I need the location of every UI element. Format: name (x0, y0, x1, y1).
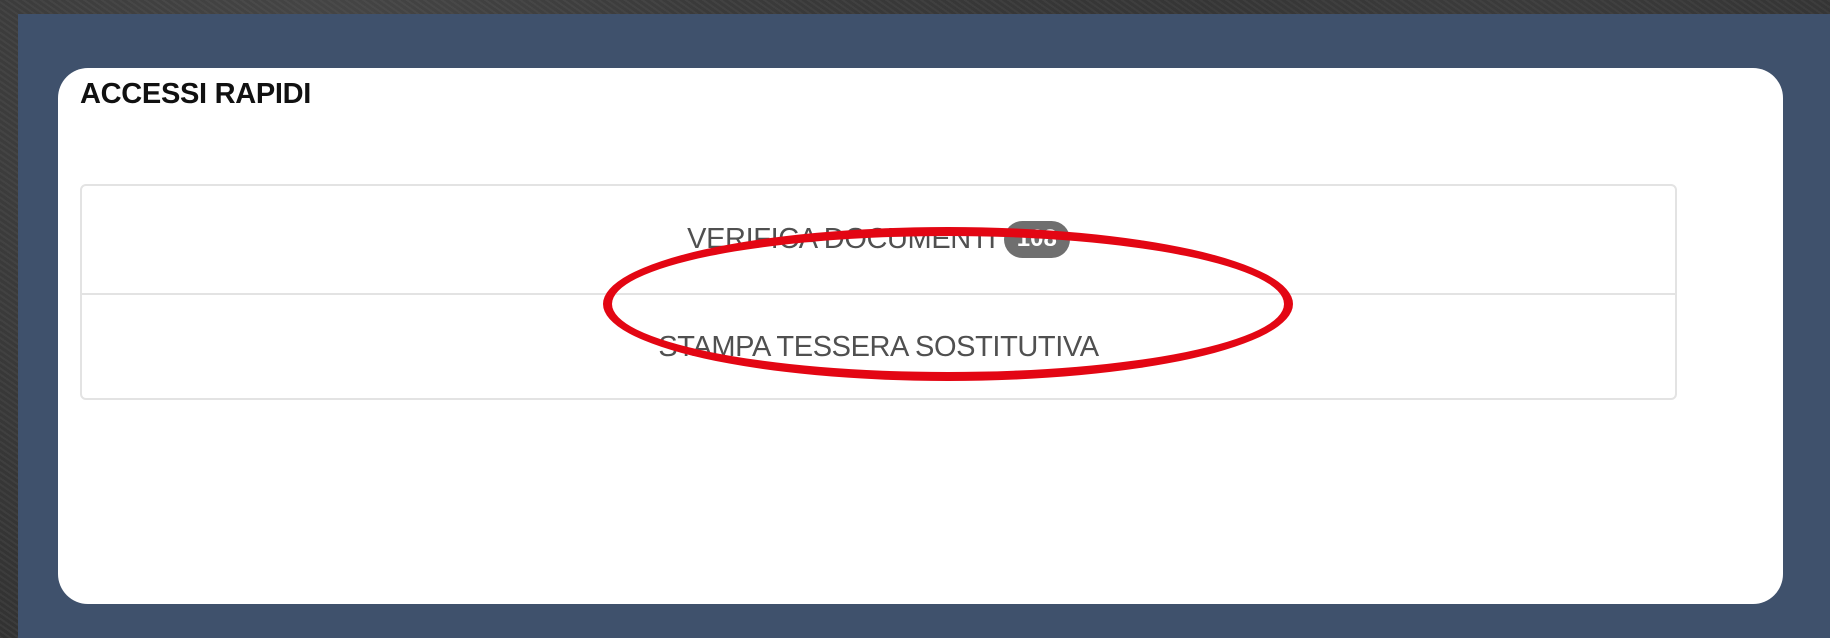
print-replacement-card-link[interactable]: STAMPA TESSERA SOSTITUTIVA (82, 293, 1675, 398)
pending-count-badge: 108 (1003, 221, 1070, 258)
print-replacement-card-label: STAMPA TESSERA SOSTITUTIVA (658, 331, 1099, 363)
verify-documents-link[interactable]: VERIFICA DOCUMENTI 108 (82, 186, 1675, 293)
card-title: ACCESSI RAPIDI (80, 78, 312, 110)
quick-access-list: VERIFICA DOCUMENTI 108 STAMPA TESSERA SO… (80, 184, 1677, 400)
verify-documents-label: VERIFICA DOCUMENTI (687, 223, 996, 255)
